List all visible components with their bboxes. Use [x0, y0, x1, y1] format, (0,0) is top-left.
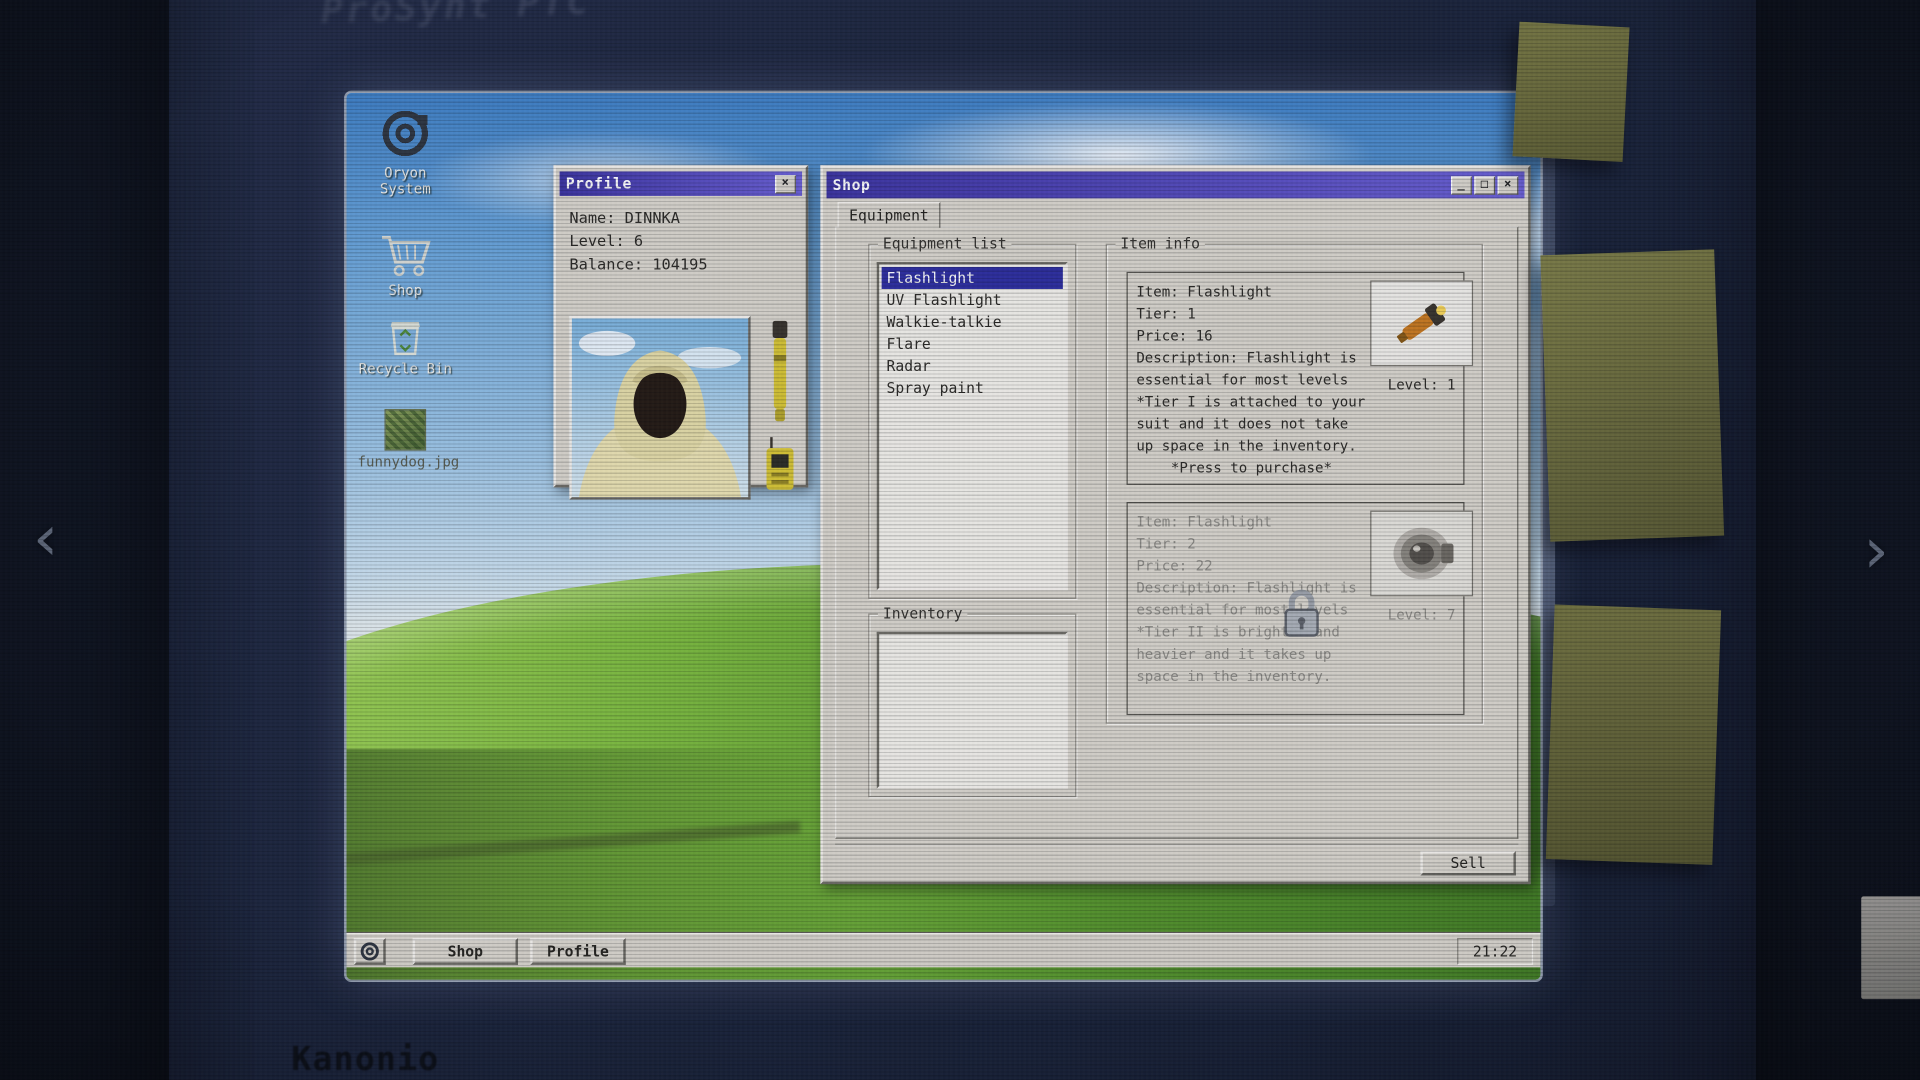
game-screen: Oryon System Shop	[347, 93, 1541, 980]
item-level-requirement: Level: 7	[1370, 606, 1473, 623]
item-price: Price: 16	[1136, 324, 1366, 346]
monitor-bottom-text: Kanonio	[291, 1041, 439, 1079]
item-image-box	[1370, 511, 1473, 597]
desktop-icon-recycle-bin[interactable]: Recycle Bin	[358, 316, 454, 377]
lock-icon	[1277, 587, 1326, 641]
close-icon[interactable]: ×	[775, 174, 796, 192]
inventory-group: Inventory	[868, 613, 1076, 797]
profile-level: Level: 6	[569, 229, 792, 252]
equipment-item[interactable]: Flashlight	[882, 267, 1063, 289]
item-info-group: Item info Item: Flashlight Tier: 1 Price…	[1106, 244, 1483, 724]
equipment-item[interactable]: Flare	[882, 333, 1063, 355]
taskbar-button-shop[interactable]: Shop	[413, 938, 518, 965]
equipment-list-title: Equipment list	[878, 235, 1012, 252]
profile-window: Profile × Name: DINNKA Level: 6 Balance:…	[553, 165, 808, 487]
item-tier: Tier: 2	[1136, 533, 1366, 555]
equipment-list-group: Equipment list Flashlight UV Flashlight …	[868, 244, 1076, 599]
previous-image-arrow[interactable]: ‹	[27, 507, 65, 571]
recycle-bin-icon	[358, 316, 454, 358]
minimize-icon[interactable]: _	[1451, 176, 1472, 194]
shop-window-title: Shop	[833, 176, 871, 193]
equipment-item[interactable]: UV Flashlight	[882, 289, 1063, 311]
inventory-listbox[interactable]	[877, 632, 1068, 789]
item-name: Item: Flashlight	[1136, 280, 1366, 302]
profile-body: Name: DINNKA Level: 6 Balance: 104195	[560, 196, 802, 481]
item-description: Description: Flashlight is essential for…	[1136, 347, 1366, 391]
sticky-note	[1546, 605, 1721, 865]
item-image-box	[1370, 280, 1473, 366]
desktop-icon-funnydog[interactable]: funnydog.jpg	[358, 409, 454, 470]
equipment-item[interactable]: Spray paint	[882, 377, 1063, 399]
item-name: Item: Flashlight	[1136, 511, 1366, 533]
avatar	[569, 316, 750, 500]
equipment-listbox[interactable]: Flashlight UV Flashlight Walkie-talkie F…	[877, 262, 1068, 590]
item-card-tier2: Item: Flashlight Tier: 2 Price: 22 Descr…	[1127, 502, 1465, 715]
equipped-items	[760, 318, 799, 492]
divider	[835, 844, 1518, 846]
shop-window: Shop _ □ × Equipment Equipment list Flas…	[820, 165, 1530, 884]
equipment-item[interactable]: Radar	[882, 355, 1063, 377]
desktop-icon-label: Oryon System	[358, 165, 454, 197]
photo-viewport: ProSynt PTC Oryon System	[0, 0, 1920, 1080]
taskbar: Shop Profile 21:22	[347, 933, 1541, 967]
oryon-system-icon	[358, 105, 454, 161]
desktop-icon-shop[interactable]: Shop	[358, 230, 454, 299]
profile-name: Name: DINNKA	[569, 206, 792, 229]
sell-button[interactable]: Sell	[1420, 851, 1516, 875]
item-level-requirement: Level: 1	[1370, 376, 1473, 393]
shop-cart-icon	[358, 230, 454, 279]
desktop-icon-oryon-system[interactable]: Oryon System	[358, 105, 454, 197]
sticky-note	[1512, 22, 1629, 162]
equipment-item[interactable]: Walkie-talkie	[882, 311, 1063, 333]
item-card-text: Item: Flashlight Tier: 2 Price: 22 Descr…	[1136, 511, 1366, 687]
oryon-start-icon	[359, 940, 381, 962]
item-price: Price: 22	[1136, 555, 1366, 577]
item-note: *Tier II is brighter and heavier and it …	[1136, 621, 1366, 687]
equipped-walkie-talkie-icon	[764, 436, 796, 492]
item-note: *Tier I is attached to your suit and it …	[1136, 391, 1366, 457]
flashlight-tier2-icon	[1385, 519, 1458, 588]
press-to-purchase-hint: *Press to purchase*	[1136, 459, 1366, 476]
next-image-arrow[interactable]: ›	[1856, 519, 1894, 583]
item-card-text: Item: Flashlight Tier: 1 Price: 16 Descr…	[1136, 280, 1366, 456]
profile-balance: Balance: 104195	[569, 252, 792, 275]
desktop-icon-label: funnydog.jpg	[358, 454, 454, 470]
maximize-icon[interactable]: □	[1474, 176, 1495, 194]
close-icon[interactable]: ×	[1498, 176, 1519, 194]
profile-titlebar[interactable]: Profile ×	[560, 171, 802, 195]
item-card-tier1[interactable]: Item: Flashlight Tier: 1 Price: 16 Descr…	[1127, 272, 1465, 485]
flashlight-tier1-icon	[1381, 289, 1462, 358]
image-file-icon	[358, 409, 454, 451]
inventory-title: Inventory	[878, 605, 967, 622]
taskbar-button-profile[interactable]: Profile	[530, 938, 626, 965]
shop-titlebar[interactable]: Shop _ □ ×	[827, 171, 1525, 198]
next-slide-preview	[1861, 896, 1920, 999]
sticky-note	[1540, 249, 1724, 541]
start-button[interactable]	[354, 938, 386, 965]
item-tier: Tier: 1	[1136, 302, 1366, 324]
profile-window-title: Profile	[566, 175, 632, 192]
item-description: Description: Flashlight is essential for…	[1136, 577, 1366, 621]
tab-equipment[interactable]: Equipment	[838, 202, 941, 228]
item-info-title: Item info	[1116, 235, 1205, 252]
equipped-flashlight-icon	[768, 318, 792, 426]
stage: ProSynt PTC Oryon System	[0, 0, 1920, 1080]
desktop-icon-label: Recycle Bin	[358, 361, 454, 377]
taskbar-clock: 21:22	[1457, 938, 1533, 965]
shop-content-panel: Equipment list Flashlight UV Flashlight …	[835, 227, 1518, 839]
desktop-icon-label: Shop	[358, 283, 454, 299]
